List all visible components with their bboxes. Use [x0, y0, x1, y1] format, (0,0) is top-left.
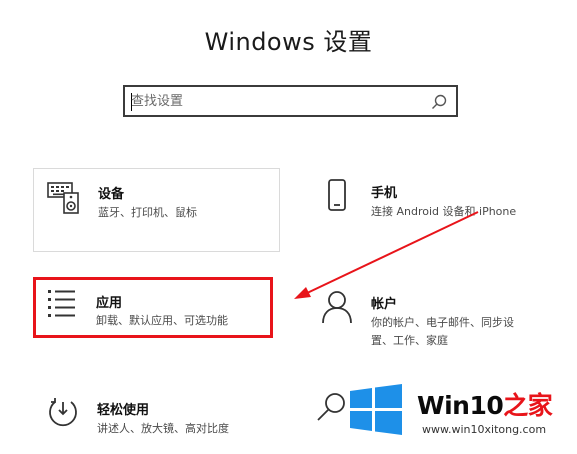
- tile-accounts[interactable]: 帐户 你的帐户、电子邮件、同步设 置、工作、家庭: [307, 279, 557, 359]
- watermark-brand-zh: 之家: [503, 391, 553, 420]
- timer-icon: [49, 398, 77, 427]
- tile-search[interactable]: [307, 385, 347, 435]
- tile-apps-desc: 卸载、默认应用、可选功能: [96, 314, 228, 327]
- search-icon[interactable]: [430, 93, 448, 111]
- watermark: Win10之家 www.win10xitong.com: [342, 378, 572, 446]
- search-box[interactable]: [123, 85, 458, 117]
- watermark-brand-main: Win10: [417, 391, 504, 420]
- person-icon: [322, 291, 352, 324]
- tile-ease-desc: 讲述人、放大镜、高对比度: [97, 422, 229, 435]
- tile-accounts-title: 帐户: [371, 297, 398, 312]
- tile-apps[interactable]: 应用 卸载、默认应用、可选功能: [33, 277, 273, 338]
- windows-logo-icon: [350, 384, 402, 435]
- tile-phone[interactable]: 手机 连接 Android 设备和 iPhone: [307, 168, 557, 252]
- tile-ease-of-access[interactable]: 轻松使用 讲述人、放大镜、高对比度: [33, 385, 280, 445]
- keyboard-speaker-icon: [47, 182, 79, 214]
- tile-phone-desc: 连接 Android 设备和 iPhone: [371, 205, 517, 218]
- tile-devices-desc: 蓝牙、打印机、鼠标: [98, 206, 197, 219]
- tile-accounts-desc-line1: 你的帐户、电子邮件、同步设: [371, 316, 514, 329]
- tile-accounts-desc: 你的帐户、电子邮件、同步设 置、工作、家庭: [371, 314, 514, 350]
- watermark-url: www.win10xitong.com: [422, 423, 547, 436]
- tile-apps-title: 应用: [96, 296, 123, 311]
- tile-devices-title: 设备: [98, 187, 125, 202]
- tile-phone-title: 手机: [371, 186, 398, 201]
- tile-accounts-desc-line2: 置、工作、家庭: [371, 334, 448, 347]
- page-title: Windows 设置: [204, 28, 373, 56]
- tile-ease-title: 轻松使用: [97, 403, 150, 418]
- phone-icon: [328, 179, 346, 211]
- apps-list-icon: [48, 290, 75, 317]
- watermark-brand: Win10之家: [417, 386, 553, 422]
- tile-devices[interactable]: 设备 蓝牙、打印机、鼠标: [33, 168, 280, 252]
- search-input[interactable]: [131, 89, 421, 113]
